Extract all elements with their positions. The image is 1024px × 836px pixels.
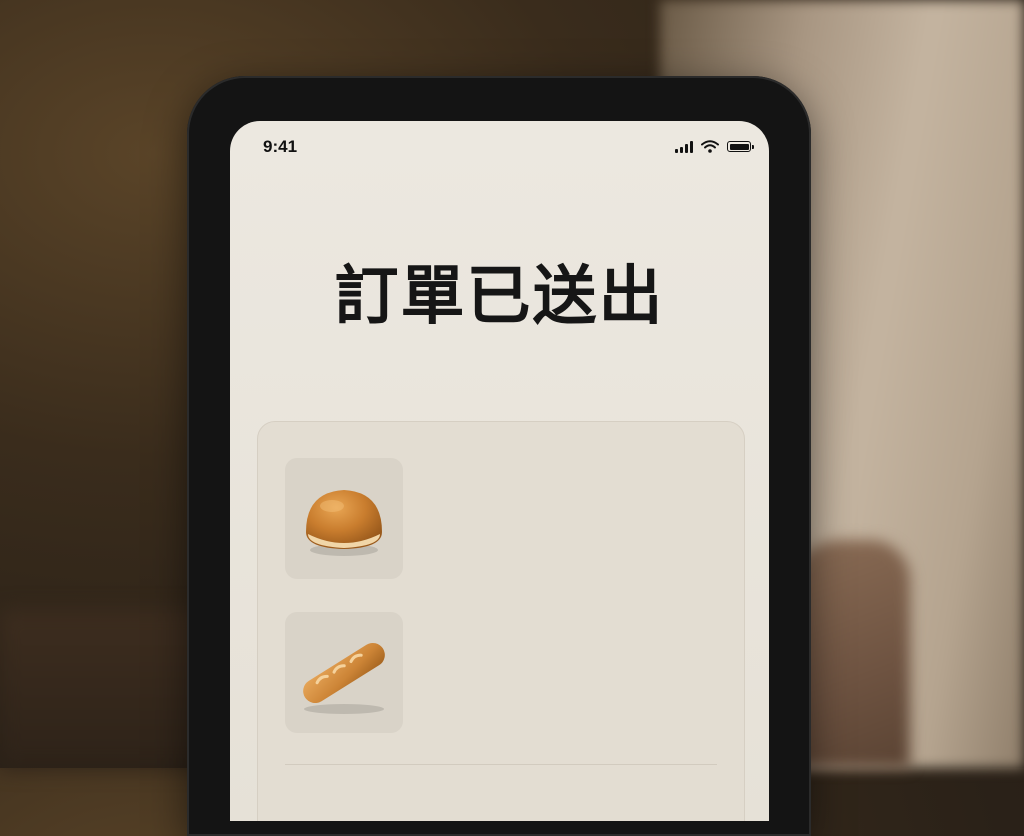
- order-item-bread-roll[interactable]: [285, 458, 403, 579]
- phone-screen: 9:41 訂單已送出: [230, 121, 769, 821]
- baguette-image: [303, 642, 385, 714]
- order-submitted-title: 訂單已送出: [334, 260, 665, 334]
- phone-frame: 9:41 訂單已送出: [187, 76, 811, 836]
- order-item-baguette[interactable]: [285, 612, 403, 733]
- cellular-signal-icon: [675, 140, 693, 153]
- order-summary-card: [257, 421, 745, 821]
- status-time: 9:41: [263, 137, 298, 156]
- status-icons: [675, 140, 754, 153]
- bread-roll-image: [306, 489, 382, 556]
- battery-icon: [727, 141, 754, 152]
- status-bar: 9:41: [230, 121, 769, 177]
- card-divider: [285, 764, 717, 765]
- wifi-icon: [701, 140, 719, 153]
